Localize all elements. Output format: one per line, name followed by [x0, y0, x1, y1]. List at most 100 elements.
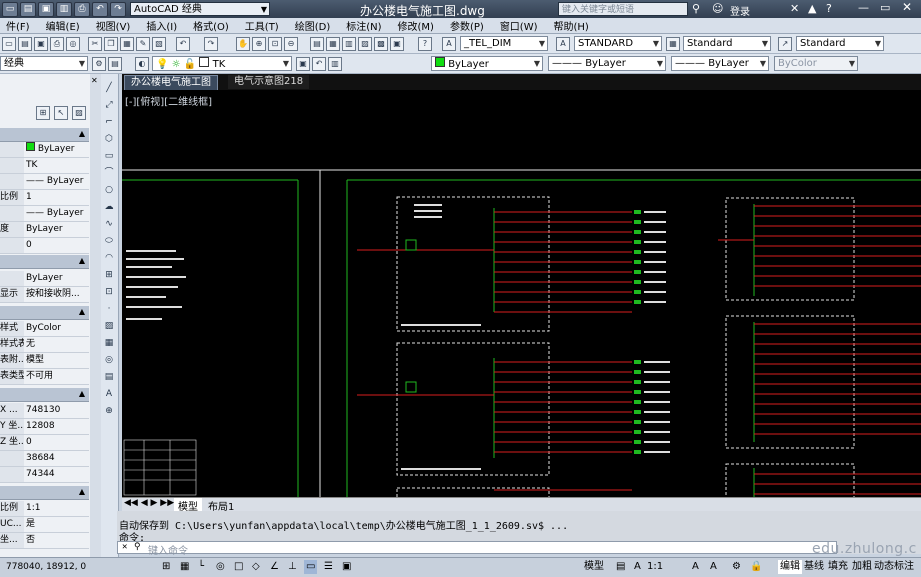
prop-row[interactable]: 38684 [0, 451, 89, 467]
prop-row[interactable]: ByLayer [0, 142, 89, 158]
snap-icon[interactable]: ⊞ [160, 560, 172, 574]
linetype-select[interactable]: ——— ByLayer ▼ [548, 56, 666, 71]
tab-office-electrical[interactable]: 办公楼电气施工图 [124, 75, 218, 91]
prop-row[interactable]: 74344 [0, 467, 89, 483]
otrack-icon[interactable]: ∠ [268, 560, 281, 574]
dimension-style-select[interactable]: _TEL_DIM ▼ [460, 36, 548, 51]
prop-row[interactable]: —— ByLayer [0, 206, 89, 222]
design-center-icon[interactable]: ▦ [326, 37, 340, 51]
select-objects-icon[interactable]: ↖ [54, 106, 68, 120]
close-icon[interactable]: ✕ [91, 76, 98, 85]
workspace-select[interactable]: AutoCAD 经典 ▼ [130, 2, 270, 16]
lineweight-toggle-icon[interactable]: ☰ [322, 560, 335, 574]
exchange-icon[interactable]: ✕ [790, 2, 799, 15]
menu-help[interactable]: 帮助(H) [548, 18, 599, 33]
saveas-icon[interactable]: ▥ [56, 2, 72, 17]
calculator-icon[interactable]: ▣ [390, 37, 404, 51]
print-icon[interactable]: ⎙ [74, 2, 90, 17]
prop-row[interactable]: 比例 1:1 [0, 501, 89, 517]
revision-cloud-icon[interactable]: ☁ [103, 201, 115, 213]
annotation-scale[interactable]: 1:1 [645, 560, 665, 574]
annotation-visibility-icon[interactable]: A [690, 560, 701, 574]
login-link[interactable]: 登录 [730, 3, 750, 18]
help-alert-icon[interactable]: ▲ [808, 2, 816, 15]
status-bold-button[interactable]: 加粗 [850, 560, 874, 574]
menu-tools[interactable]: 工具(T) [239, 18, 289, 33]
layer-manager-icon[interactable]: ▤ [108, 57, 122, 71]
help-toolbar-icon[interactable]: ? [418, 37, 432, 51]
prop-row[interactable]: TK [0, 158, 89, 174]
transparency-icon[interactable]: ▣ [340, 560, 353, 574]
menu-draw[interactable]: 绘图(D) [289, 18, 341, 33]
ducs-icon[interactable]: ⊥ [286, 560, 299, 574]
status-dynamic-dim-button[interactable]: 动态标注 [872, 560, 916, 574]
help-icon[interactable]: ? [826, 2, 832, 15]
undo-icon[interactable]: ↶ [92, 2, 108, 17]
menu-modify[interactable]: 修改(M) [392, 18, 444, 33]
zoom-previous-icon[interactable]: ⊖ [284, 37, 298, 51]
menu-file[interactable]: 件(F) [0, 18, 40, 33]
markup-icon[interactable]: ▩ [374, 37, 388, 51]
sheet-set-icon[interactable]: ▨ [358, 37, 372, 51]
undo-toolbar-icon[interactable]: ↶ [176, 37, 190, 51]
line-icon[interactable]: ╱ [103, 82, 115, 94]
ellipse-icon[interactable]: ⬭ [103, 235, 115, 247]
search-input[interactable]: 键入关键字或短语 [558, 2, 688, 16]
quick-select-icon[interactable]: ⊞ [36, 106, 50, 120]
insert-block-icon[interactable]: ⊞ [103, 269, 115, 281]
coordinates-readout[interactable]: 778040, 18912, 0 [4, 560, 88, 574]
save-file-icon[interactable]: ▣ [34, 37, 48, 51]
arc-icon[interactable]: ⌒ [103, 167, 115, 179]
prop-row[interactable]: Y 坐... 12808 [0, 419, 89, 435]
text-style-manager-icon[interactable]: A [556, 37, 570, 51]
menu-dimension[interactable]: 标注(N) [340, 18, 391, 33]
polar-icon[interactable]: ◎ [214, 560, 227, 574]
block-editor-icon[interactable]: ▧ [152, 37, 166, 51]
workspace-switch-icon[interactable]: ⚙ [730, 560, 743, 574]
text-style-select[interactable]: STANDARD ▼ [574, 36, 662, 51]
section-misc[interactable]: ▲ [0, 486, 89, 500]
region-icon[interactable]: ◎ [103, 354, 115, 366]
prop-row[interactable]: UC... 是 [0, 517, 89, 533]
preview-icon[interactable]: ◎ [66, 37, 80, 51]
section-general[interactable]: ▲ [0, 128, 89, 142]
prop-row[interactable]: 样式表无 [0, 337, 89, 353]
make-block-icon[interactable]: ⊡ [103, 286, 115, 298]
ortho-icon[interactable]: └ [196, 560, 206, 574]
rectangle-icon[interactable]: ▭ [103, 150, 115, 162]
lineweight-select[interactable]: ——— ByLayer ▼ [671, 56, 769, 71]
menu-edit[interactable]: 编辑(E) [40, 18, 90, 33]
workspace-settings-icon[interactable]: ⚙ [92, 57, 106, 71]
multileader-style-icon[interactable]: ↗ [778, 37, 792, 51]
open-icon[interactable]: ▤ [20, 2, 36, 17]
cut-icon[interactable]: ✂ [88, 37, 102, 51]
prop-row[interactable]: 表类型 不可用 [0, 369, 89, 385]
prop-row[interactable]: Z 坐... 0 [0, 435, 89, 451]
multiline-text-icon[interactable]: A [103, 388, 115, 400]
layer-state-icon[interactable]: ◐ [135, 57, 149, 71]
open-file-icon[interactable]: ▤ [18, 37, 32, 51]
section-plot-style[interactable]: ▲ [0, 306, 89, 320]
layer-iso-icon[interactable]: ▥ [328, 57, 342, 71]
new-icon[interactable]: ▭ [2, 2, 18, 17]
zoom-realtime-icon[interactable]: ⊕ [252, 37, 266, 51]
status-baseline-button[interactable]: 基线 [802, 560, 826, 574]
table-icon[interactable]: ▤ [103, 371, 115, 383]
search-icon[interactable]: ⚲ [134, 542, 141, 552]
status-fill-button[interactable]: 填充 [826, 560, 850, 574]
table-style-icon[interactable]: ▦ [666, 37, 680, 51]
hatch-icon[interactable]: ▨ [103, 320, 115, 332]
prop-row[interactable]: 比例 1 [0, 190, 89, 206]
tab-electrical-diagram[interactable]: 电气示意图218 [228, 75, 310, 89]
redo-icon[interactable]: ↷ [110, 2, 126, 17]
prop-row[interactable]: 坐... 否 [0, 533, 89, 549]
section-3d-effects[interactable]: ▲ [0, 255, 89, 269]
layer-select[interactable]: 💡 ☼ 🔓 TK ▼ [152, 56, 292, 71]
lock-icon[interactable]: 🔒 [748, 560, 764, 574]
make-current-layer-icon[interactable]: ▣ [296, 57, 310, 71]
osnap-icon[interactable]: □ [232, 560, 245, 574]
circle-icon[interactable]: ○ [103, 184, 115, 196]
color-select[interactable]: ByLayer ▼ [431, 56, 543, 71]
3dosnap-icon[interactable]: ◇ [250, 560, 262, 574]
plotstyle-select[interactable]: ByColor ▼ [774, 56, 858, 71]
